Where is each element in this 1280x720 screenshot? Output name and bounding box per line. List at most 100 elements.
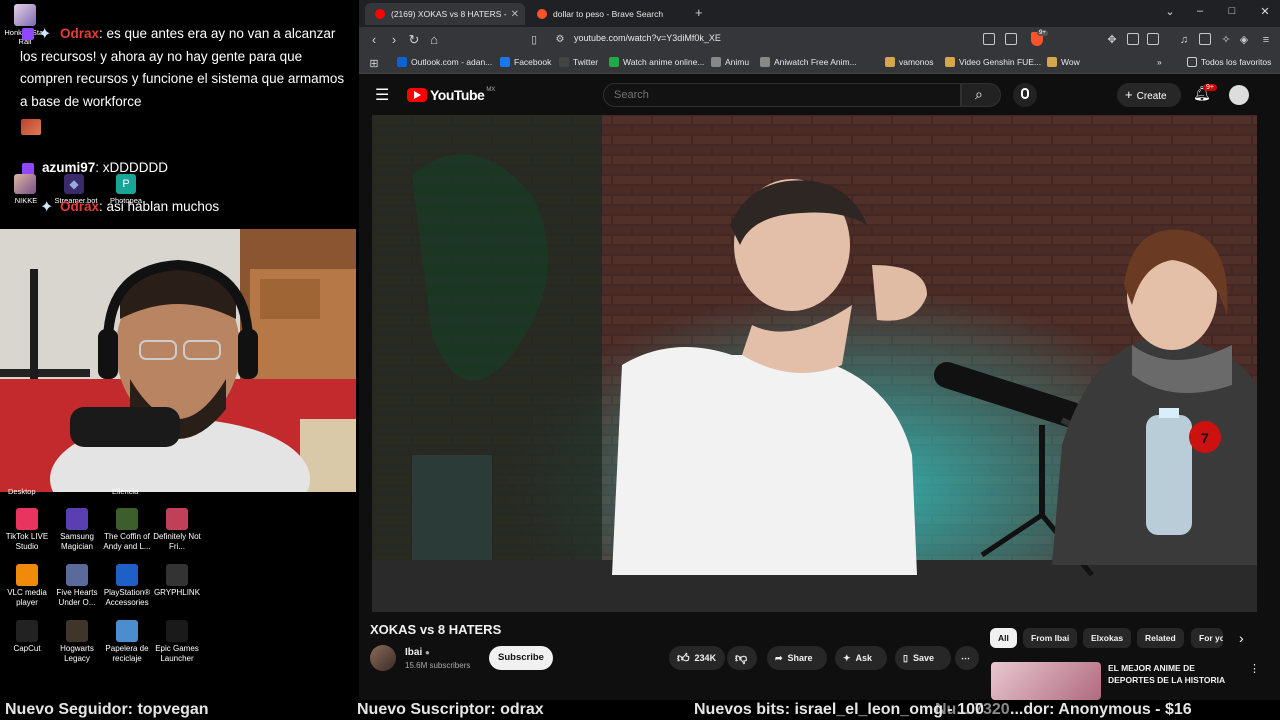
cast-icon[interactable] bbox=[983, 33, 995, 45]
youtube-logo[interactable]: YouTube MX bbox=[407, 87, 495, 103]
stream-overlay-left: Honkai: Star Rail ✦ Odrax: es que antes … bbox=[0, 0, 358, 700]
leo-ai-icon[interactable]: ✥ bbox=[1103, 31, 1121, 49]
bookmark-item[interactable]: Twitter bbox=[559, 57, 598, 67]
close-window-icon[interactable]: ✕ bbox=[1256, 5, 1274, 18]
tab-youtube[interactable]: (2169) XOKAS vs 8 HATERS - ✕ bbox=[365, 3, 525, 25]
vpn-icon[interactable]: ◈ bbox=[1235, 31, 1253, 49]
desktop-icon[interactable]: GRYPHLINK bbox=[150, 564, 204, 598]
streamer-bot-icon[interactable]: ◆ bbox=[64, 174, 84, 194]
bookmarks-overflow-icon[interactable]: » bbox=[1157, 57, 1162, 67]
chat-message: Odrax: asi hablan muchos bbox=[20, 196, 350, 219]
hamburger-menu-icon[interactable]: ☰ bbox=[375, 85, 389, 105]
menu-icon[interactable]: ≡ bbox=[1257, 31, 1275, 49]
photopea-icon[interactable]: P bbox=[116, 174, 136, 194]
recommended-title[interactable]: EL MEJOR ANIME DE DEPORTES DE LA HISTORI… bbox=[1108, 662, 1238, 686]
chip-all[interactable]: All bbox=[990, 628, 1017, 648]
bookmark-label: Facebook bbox=[514, 57, 552, 67]
chat-message: Odrax: es que antes era ay no van a alca… bbox=[20, 23, 350, 113]
recommended-thumbnail[interactable] bbox=[991, 662, 1101, 700]
dropdown-icon[interactable]: ⌄ bbox=[1161, 5, 1179, 18]
desktop-icon[interactable]: Five Hearts Under O... bbox=[50, 564, 104, 608]
bookmark-item[interactable]: Aniwatch Free Anim... bbox=[760, 57, 857, 67]
forward-icon[interactable]: › bbox=[385, 31, 403, 49]
minimize-icon[interactable]: – bbox=[1191, 5, 1209, 17]
chip-elxokas[interactable]: Elxokas bbox=[1083, 628, 1132, 648]
chip-from-ibai[interactable]: From Ibai bbox=[1023, 628, 1078, 648]
bookmark-item[interactable]: Facebook bbox=[500, 57, 551, 67]
channel-avatar[interactable] bbox=[370, 645, 396, 671]
desktop-icon[interactable]: VLC media player bbox=[0, 564, 54, 608]
bookmark-favicon-icon bbox=[500, 57, 510, 67]
account-avatar[interactable] bbox=[1229, 85, 1249, 105]
nikke-icon[interactable] bbox=[14, 174, 36, 194]
bookmark-item[interactable]: Video Genshin FUE... bbox=[945, 57, 1041, 67]
bookmark-item[interactable]: Watch anime online... bbox=[609, 57, 704, 67]
bookmark-item[interactable]: Animu bbox=[711, 57, 749, 67]
desktop-icon[interactable]: TikTok LIVE Studio bbox=[0, 508, 54, 552]
ask-button[interactable]: ✦ Ask bbox=[835, 646, 887, 670]
desktop-icon[interactable]: PlayStation® Accessories bbox=[100, 564, 154, 608]
bookmark-item[interactable]: vamonos bbox=[885, 57, 934, 67]
home-icon[interactable]: ⌂ bbox=[425, 31, 443, 49]
subscribe-button[interactable]: Subscribe bbox=[489, 646, 553, 670]
url-field[interactable]: youtube.com/watch?v=Y3diMf0k_XE bbox=[574, 33, 721, 43]
video-player[interactable]: 7 bbox=[372, 115, 1257, 612]
back-icon[interactable]: ‹ bbox=[365, 31, 383, 49]
channel-name[interactable]: Ibai ● bbox=[405, 647, 430, 658]
media-icon[interactable]: ♫ bbox=[1175, 31, 1193, 49]
leo-icon[interactable]: ✧ bbox=[1217, 31, 1235, 49]
desktop-label-partial: Ellencia bbox=[112, 487, 139, 496]
chip-related[interactable]: Related bbox=[1137, 628, 1184, 648]
bookmark-icon[interactable]: ▯ bbox=[525, 31, 543, 49]
save-button[interactable]: ▯ Save bbox=[895, 646, 951, 670]
desktop-icon[interactable]: The Coffin of Andy and L... bbox=[100, 508, 154, 552]
maximize-icon[interactable]: □ bbox=[1223, 5, 1241, 17]
search-icon: ⌕ bbox=[975, 86, 983, 102]
plus-icon: + bbox=[1125, 87, 1133, 102]
desktop-icon[interactable]: Hogwarts Legacy bbox=[50, 620, 104, 664]
more-icon[interactable]: ⋮ bbox=[1249, 662, 1260, 675]
apps-grid-icon[interactable]: ⊞ bbox=[365, 55, 383, 73]
recycle-bin-icon bbox=[116, 620, 138, 642]
desktop-icon[interactable]: CapCut bbox=[0, 620, 54, 654]
voice-search-button[interactable] bbox=[1013, 83, 1037, 107]
close-tab-icon[interactable]: ✕ bbox=[511, 9, 519, 20]
dislike-button[interactable]: 👎︎ bbox=[727, 646, 757, 670]
desktop-icon[interactable]: Epic Games Launcher bbox=[150, 620, 204, 664]
bookmark-label: Wow bbox=[1061, 57, 1080, 67]
address-bar: ‹ › ↻ ⌂ ▯ ⚙ youtube.com/watch?v=Y3diMf0k… bbox=[359, 27, 1280, 53]
alerts-ticker: Nuevo Seguidor: topvegan Nuevo Suscripto… bbox=[0, 700, 1280, 720]
sidebar-icon[interactable] bbox=[1147, 33, 1159, 45]
ticker-subscriber: Nuevo Suscriptor: odrax bbox=[357, 701, 544, 718]
playstation-icon bbox=[116, 564, 138, 586]
more-actions-button[interactable]: ⋯ bbox=[955, 646, 979, 670]
chat-emote-icon bbox=[21, 119, 41, 135]
desktop-icon-label: Five Hearts Under O... bbox=[56, 588, 98, 607]
desktop-icon[interactable]: Definitely Not Fri... bbox=[150, 508, 204, 552]
reload-icon[interactable]: ↻ bbox=[405, 31, 423, 49]
wallet-icon[interactable] bbox=[1199, 33, 1211, 45]
share-button[interactable]: ➦ Share bbox=[767, 646, 827, 670]
bookmark-label: Twitter bbox=[573, 57, 599, 67]
bookmark-item[interactable]: Outlook.com - adan... bbox=[397, 57, 492, 67]
new-tab-button[interactable]: + bbox=[695, 5, 703, 20]
site-info-icon[interactable]: ⚙ bbox=[551, 31, 569, 49]
capcut-icon bbox=[16, 620, 38, 642]
chevron-right-icon[interactable]: › bbox=[1239, 630, 1244, 646]
extensions-icon[interactable] bbox=[1127, 33, 1139, 45]
all-bookmarks[interactable]: Todos los favoritos bbox=[1187, 57, 1271, 67]
search-input[interactable] bbox=[603, 83, 961, 107]
mic-flag-number: 7 bbox=[1201, 430, 1209, 446]
search-button[interactable]: ⌕ bbox=[961, 83, 1001, 107]
share-page-icon[interactable] bbox=[1005, 33, 1017, 45]
desktop-icon-label: PlayStation® Accessories bbox=[103, 588, 151, 607]
desktop-icon[interactable]: Samsung Magician bbox=[50, 508, 104, 552]
like-button[interactable]: 👍︎ 234K bbox=[669, 646, 725, 670]
sparkle-icon: ✦ bbox=[843, 653, 851, 663]
chip-for-you[interactable]: For yo bbox=[1191, 628, 1223, 648]
ticker-follower: Nuevo Seguidor: topvegan bbox=[5, 701, 209, 718]
tab-brave-search[interactable]: dollar to peso - Brave Search bbox=[527, 3, 687, 25]
bookmark-item[interactable]: Wow bbox=[1047, 57, 1080, 67]
create-button[interactable]: + Create bbox=[1117, 83, 1181, 107]
desktop-icon[interactable]: Papelera de reciclaje bbox=[100, 620, 154, 664]
